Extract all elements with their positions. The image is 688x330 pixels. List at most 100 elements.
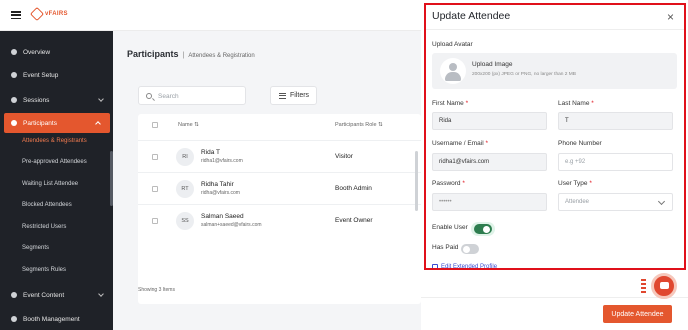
sidebar-subitem-blocked[interactable]: Blocked Attendees [22,202,72,208]
select-all-checkbox[interactable] [152,122,158,128]
filters-label: Filters [290,92,310,99]
first-name-field[interactable]: Rida [432,112,547,130]
update-attendee-panel: Update Attendee × Upload Avatar Upload I… [421,0,688,330]
edit-extended-profile-link[interactable]: Edit Extended Profile [432,264,498,270]
chevron-down-icon [98,96,104,102]
sidebar-subitem-waiting-list[interactable]: Waiting List Attendee [22,181,78,187]
user-type-value: Attendee [565,199,590,205]
avatar: RT [176,180,194,198]
last-name-field[interactable]: T [558,112,673,130]
app-root: vFAIRS Overview Event Setup Sessions Par… [0,0,688,330]
phone-field[interactable]: e.g +92 [558,153,673,171]
participant-role: Event Owner [335,217,373,224]
upload-avatar-label: Upload Avatar [432,41,473,48]
breadcrumb-separator: | [182,52,185,59]
grid-icon [11,97,17,103]
edit-extended-profile-label: Edit Extended Profile [441,264,498,270]
toggle-knob [463,245,470,253]
sidebar-item-event-setup[interactable]: Event Setup [0,65,113,85]
update-attendee-button[interactable]: Update Attendee [603,305,672,323]
booth-icon [11,316,17,322]
sidebar-item-label: Sessions [23,96,50,104]
participant-name: Salman Saeed [201,213,244,220]
chevron-down-icon [657,197,666,206]
sidebar-item-label: Event Content [23,291,65,299]
sidebar-item-participants[interactable]: Participants [4,113,110,133]
sidebar-item-sessions[interactable]: Sessions [0,90,113,110]
chevron-down-icon [98,291,104,297]
sidebar-subitem-restricted[interactable]: Restricted Users [22,224,66,230]
participant-role: Booth Admin [335,185,372,192]
participants-table: Name ⇅ Participants Role ⇅ RI Rida T rid… [138,114,421,304]
participant-email: ridha1@vfairs.com [201,158,243,164]
participant-name: Ridha Tahir [201,181,234,188]
has-paid-label: Has Paid [432,244,459,251]
table-row[interactable]: SS Salman Saeed salman+saeed@vfairs.com … [138,204,421,236]
row-checkbox[interactable] [152,218,158,224]
enable-user-toggle[interactable] [474,224,492,234]
search-icon [146,93,152,99]
first-name-label: First Name * [432,100,469,107]
filter-icon [279,92,286,99]
page-title: Participants [127,49,179,59]
hamburger-menu-icon[interactable] [11,11,21,19]
sidebar-subitem-segments-rules[interactable]: Segments Rules [22,267,66,273]
logo-text: vFAIRS [45,11,68,17]
showing-count: Showing 3 Items [138,287,175,293]
column-header-role[interactable]: Participants Role ⇅ [335,122,383,128]
drag-handle-icon[interactable] [641,279,646,293]
sidebar-subitem-attendees-registrants[interactable]: Attendees & Registrants [22,138,87,144]
sidebar-item-label: Event Setup [23,71,59,79]
participant-email: ridha@vfairs.com [201,190,240,196]
sidebar-item-label: Booth Management [23,315,80,323]
search-placeholder: Search [158,92,179,100]
has-paid-toggle[interactable] [461,244,479,254]
username-label: Username / Email * [432,140,488,147]
row-checkbox[interactable] [152,154,158,160]
globe-icon [11,49,17,55]
last-name-label: Last Name * [558,100,594,107]
sidebar-subitem-preapproved[interactable]: Pre-approved Attendees [22,159,87,165]
phone-label: Phone Number [558,140,602,147]
password-field[interactable]: •••••• [432,193,547,211]
upload-image-label: Upload Image [472,61,513,68]
password-label: Password * [432,180,465,187]
divider [426,29,684,30]
vfairs-logo: vFAIRS [29,6,68,22]
close-icon[interactable]: × [667,10,674,24]
participant-email: salman+saeed@vfairs.com [201,222,262,228]
avatar-placeholder-icon [440,58,466,84]
logo-mark-icon [29,6,45,22]
chevron-up-icon [95,121,101,127]
chat-icon [660,282,669,289]
column-header-name[interactable]: Name ⇅ [178,122,199,128]
star-icon [11,72,17,78]
sidebar: Overview Event Setup Sessions Participan… [0,31,113,330]
page-subtitle: Attendees & Registration [188,53,255,59]
chat-bubble-button[interactable] [651,273,677,299]
sidebar-item-event-content[interactable]: Event Content [0,285,113,305]
user-type-select[interactable]: Attendee [558,193,673,211]
sidebar-item-booth-management[interactable]: Booth Management [0,309,113,329]
toggle-knob [483,225,490,233]
participant-name: Rida T [201,149,221,156]
sidebar-item-overview[interactable]: Overview [0,42,113,62]
folder-icon [11,292,17,298]
update-attendee-form: Update Attendee × Upload Avatar Upload I… [424,3,686,270]
main-content: Participants | Attendees & Registration … [113,31,421,330]
filters-button[interactable]: Filters [270,86,317,105]
table-row[interactable]: RI Rida T ridha1@vfairs.com Visitor [138,140,421,172]
avatar: SS [176,212,194,230]
edit-icon [432,264,438,268]
main-scrollbar[interactable] [415,151,418,211]
row-checkbox[interactable] [152,186,158,192]
table-row[interactable]: RT Ridha Tahir ridha@vfairs.com Booth Ad… [138,172,421,204]
enable-user-label: Enable User [432,224,468,231]
sidebar-subitem-segments[interactable]: Segments [22,245,49,251]
username-field[interactable]: ridha1@vfairs.com [432,153,547,171]
participant-role: Visitor [335,153,353,160]
search-input[interactable]: Search [138,86,246,105]
sidebar-item-label: Participants [23,119,57,127]
upload-avatar-dropzone[interactable]: Upload Image 200x200 (px) JPEG or PNG, n… [432,53,677,89]
users-icon [11,120,17,126]
